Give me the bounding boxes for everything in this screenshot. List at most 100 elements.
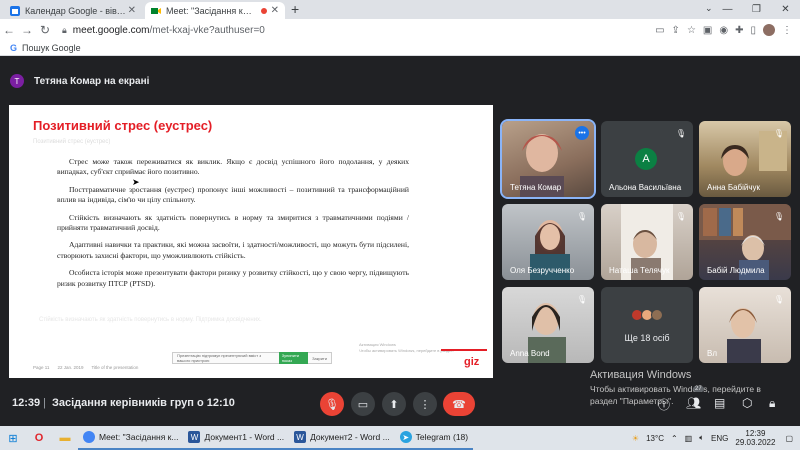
slide-accent-line [441, 349, 487, 351]
camera-permission-icon[interactable]: ▭ [655, 25, 664, 36]
tray-arrow-icon[interactable]: ⌃ [671, 434, 678, 443]
close-tab-icon[interactable]: ✕ [271, 5, 279, 16]
clock[interactable]: 12:39 29.03.2022 [735, 429, 775, 447]
people-icon[interactable]: 👥︎ [686, 396, 701, 410]
weather-icon: ☀ [631, 433, 640, 443]
camera-button[interactable]: ▭ [351, 392, 375, 416]
windows-start-icon[interactable]: ⊞ [0, 426, 26, 450]
speaking-indicator-icon: ••• [575, 126, 589, 140]
word-icon: W [188, 431, 201, 443]
presentation-slide: Позитивний стрес (еустрес) Позитивний ст… [9, 105, 493, 378]
slide-paragraph: Посттравматичне зростання (еустрес) проп… [57, 184, 409, 205]
forward-icon[interactable]: → [18, 23, 36, 37]
participant-tile[interactable]: 🎙︎ A Альона Васильївна [601, 121, 693, 197]
reload-icon[interactable]: ↻ [36, 23, 54, 37]
taskbar-app-word[interactable]: W Документ2 - Word ... [289, 426, 395, 450]
participant-name: Бабій Людмила [707, 266, 765, 275]
slide-body: Стрес може також переживатися як виклик.… [57, 157, 409, 296]
slide-ghost-text: Стійкість визначають як здатність поверн… [39, 317, 262, 323]
slide-title: Позитивний стрес (еустрес) [33, 118, 213, 133]
participant-avatars-stack [631, 309, 663, 321]
temperature[interactable]: 13°C [646, 434, 664, 443]
lock-icon[interactable]: 🔒︎ [62, 25, 67, 36]
activities-icon[interactable]: ⬡ [742, 396, 752, 410]
back-icon[interactable]: ← [0, 23, 18, 37]
mic-off-icon: 🎙︎ [773, 211, 785, 221]
screen-share-icon[interactable]: ▣ [703, 25, 712, 36]
participant-name: Анна Бабійчук [707, 183, 761, 192]
tab-google-calendar[interactable]: Календар Google - вівторок, 29 ✕ [4, 2, 142, 19]
chrome-icon [83, 431, 95, 443]
participant-tile[interactable]: 🎙︎ Бабій Людмила [699, 204, 791, 280]
maximize-button[interactable]: ❐ [742, 0, 771, 19]
new-tab-button[interactable]: + [291, 1, 299, 17]
tab-google-meet[interactable]: Meet: "Засідання керівників ✕ [145, 2, 285, 19]
hang-up-button[interactable]: ☎ [443, 392, 475, 416]
sidebar-icon[interactable]: ▯ [750, 25, 756, 36]
bookmark-google-search[interactable]: Пошук Google [22, 43, 81, 53]
notification-text: Презентацію підтримує презентуючий вміст… [177, 353, 262, 363]
meet-control-bar: 12:39 | Засідання керівників груп о 12:1… [0, 386, 800, 426]
star-icon[interactable]: ☆ [687, 25, 696, 36]
window-controls: — ❐ ✕ [713, 0, 800, 19]
tab-title: Календар Google - вівторок, 29 [25, 5, 128, 16]
stop-sharing-button[interactable]: Зупинити показ [278, 352, 309, 364]
more-options-button[interactable]: ⋮ [413, 392, 437, 416]
close-tab-icon[interactable]: ✕ [128, 5, 136, 16]
slide-paragraph: Стійкість визначають як здатність поверн… [57, 212, 409, 233]
participant-tile[interactable]: ••• Тетяна Комар [500, 119, 596, 199]
close-window-button[interactable]: ✕ [771, 0, 800, 19]
slide-page: Page 11 [33, 365, 50, 370]
mouse-cursor-icon: ➤ [132, 177, 140, 187]
mic-off-icon: 🎙︎ [675, 211, 687, 221]
taskbar-app-telegram[interactable]: ➤ Telegram (18) [394, 426, 474, 450]
taskbar-app-chrome[interactable]: Meet: "Засідання к... [78, 426, 184, 450]
info-icon[interactable]: ⓘ [658, 396, 670, 413]
menu-icon[interactable]: ⋮ [782, 25, 792, 36]
participant-count-badge: 27 [693, 386, 704, 392]
notifications-icon[interactable]: ▢ [785, 434, 793, 443]
hide-notification-button[interactable]: Закрити [312, 356, 327, 361]
extension-icon[interactable]: ◉ [719, 25, 728, 36]
network-icon[interactable]: ▥ [685, 434, 693, 443]
tab-title: Meet: "Засідання керівників [166, 5, 257, 16]
ghost-line: Чтобы активировать Windows, перейдите в … [359, 348, 454, 353]
slide-footer: Page 11 22 Jan. 2019 Title of the presen… [33, 365, 138, 370]
taskbar-app-word[interactable]: W Документ1 - Word ... [183, 426, 290, 450]
watermark-title: Активация Windows [590, 369, 692, 381]
language-indicator[interactable]: ENG [711, 434, 728, 443]
giz-logo: giz [464, 356, 480, 368]
profile-avatar[interactable] [763, 24, 775, 36]
participant-tile[interactable]: 🎙︎ Анна Бабійчук [699, 121, 791, 197]
chat-icon[interactable]: ▤ [714, 396, 725, 410]
mic-off-icon: 🎙︎ [576, 211, 588, 221]
more-participants-tile[interactable]: Ще 18 осіб [601, 287, 693, 363]
opera-icon[interactable]: O [26, 426, 52, 450]
microphone-off-button[interactable]: 🎙︎ [320, 392, 344, 416]
participant-avatar: A [635, 148, 657, 170]
taskbar-app-label: Документ2 - Word ... [310, 432, 390, 442]
meet-icon [151, 6, 161, 16]
host-controls-icon[interactable]: 🔒︎ [769, 396, 775, 411]
participant-name: Альона Васильївна [609, 183, 682, 192]
participant-tile[interactable]: 🎙︎ Оля Безручченко [502, 204, 594, 280]
mic-off-icon: 🎙︎ [576, 294, 588, 304]
share-icon[interactable]: ⇪ [672, 25, 680, 36]
taskbar-app-label: Meet: "Засідання к... [99, 432, 179, 442]
more-participants-label: Ще 18 осіб [624, 333, 670, 343]
puzzle-icon[interactable]: ✚ [735, 25, 743, 36]
participant-tile[interactable]: 🎙︎ Наташа Телячук [601, 204, 693, 280]
participant-tile[interactable]: 🎙︎ Вл [699, 287, 791, 363]
volume-icon[interactable]: 🔈︎ [699, 433, 704, 443]
minimize-button[interactable]: — [713, 0, 742, 19]
url-host: meet.google.com [72, 24, 150, 36]
presenter-label: Тетяна Комар на екрані [34, 75, 150, 87]
taskbar-app-label: Telegram (18) [415, 432, 469, 442]
present-button[interactable]: ⬆ [382, 392, 406, 416]
participant-tile[interactable]: 🎙︎ Anna Bond [502, 287, 594, 363]
file-explorer-icon[interactable]: ▬ [52, 426, 78, 450]
telegram-icon: ➤ [399, 431, 412, 443]
participant-name: Тетяна Комар [510, 183, 562, 192]
url-field[interactable]: meet.google.com/met-kxaj-vke?authuser=0 [73, 25, 655, 36]
tab-search-icon[interactable]: ⌄ [705, 3, 713, 14]
